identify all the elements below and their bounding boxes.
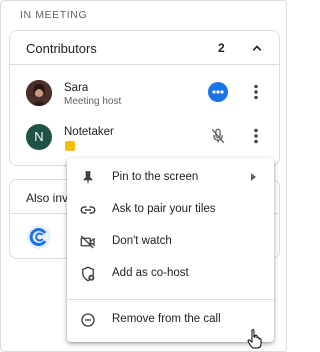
menu-item-label: Add as co-host — [112, 267, 189, 279]
menu-item-dont-watch[interactable]: Don't watch — [67, 226, 274, 258]
section-label: IN MEETING — [20, 9, 88, 21]
menu-item-label: Don't watch — [112, 235, 172, 247]
kebab-menu-icon[interactable] — [248, 127, 264, 145]
participant-row: Sara Meeting host — [10, 72, 279, 116]
participant-role: Meeting host — [64, 96, 122, 107]
submenu-arrow-icon — [251, 173, 256, 181]
remove-circle-icon — [81, 313, 95, 327]
menu-item-remove[interactable]: Remove from the call — [67, 304, 274, 336]
menu-item-label: Ask to pair your tiles — [112, 203, 216, 215]
menu-item-label: Remove from the call — [112, 313, 221, 325]
avatar-photo-icon — [26, 80, 52, 106]
kebab-menu-icon[interactable] — [248, 83, 264, 101]
contributors-header[interactable]: Contributors 2 — [10, 31, 279, 65]
more-options-button[interactable] — [208, 82, 228, 102]
hand-cursor-icon — [247, 329, 262, 349]
menu-item-pair-tiles[interactable]: Ask to pair your tiles — [67, 194, 274, 226]
participant-row: N Notetaker — [10, 116, 279, 160]
contributors-count: 2 — [218, 41, 225, 55]
participant-name: Sara — [64, 82, 89, 94]
also-invited-title: Also invi — [26, 191, 71, 205]
menu-item-cohost[interactable]: Add as co-host — [67, 258, 274, 290]
contributors-card: Contributors 2 Sara Meeting host N Notet… — [9, 30, 280, 166]
avatar: N — [26, 124, 52, 150]
menu-item-label: Pin to the screen — [112, 171, 199, 183]
videocam-off-icon — [80, 235, 95, 249]
notetaker-badge-icon — [65, 141, 75, 151]
shield-add-icon — [82, 266, 95, 282]
chevron-up-icon[interactable] — [248, 39, 266, 57]
participant-context-menu: Pin to the screen Ask to pair your tiles… — [67, 158, 274, 342]
avatar — [26, 80, 52, 106]
participant-name: Notetaker — [64, 126, 114, 138]
calendar-guest-icon — [27, 225, 51, 249]
menu-item-pin[interactable]: Pin to the screen — [67, 162, 274, 194]
participants-panel: IN MEETING Contributors 2 Sara Meeting h… — [0, 0, 287, 352]
menu-divider — [67, 299, 274, 300]
pin-icon — [83, 171, 93, 185]
mic-off-icon — [211, 128, 225, 144]
more-horiz-icon — [212, 90, 224, 94]
link-icon — [80, 206, 96, 214]
contributors-title: Contributors — [26, 41, 97, 56]
